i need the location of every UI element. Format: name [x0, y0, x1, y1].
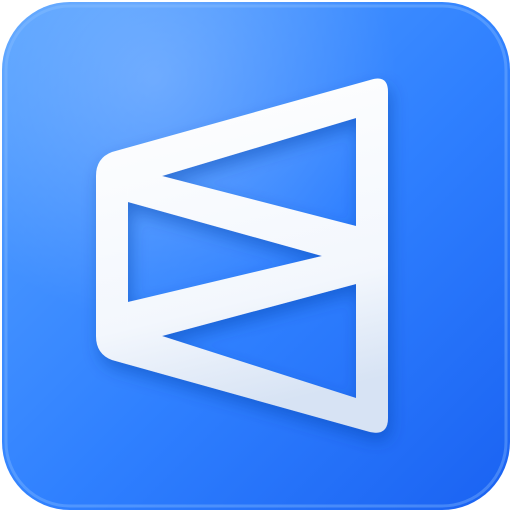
icon-canvas [0, 0, 512, 512]
app-icon[interactable] [0, 0, 512, 512]
app-icon-glyph [2, 2, 510, 510]
icon-tile-highlight [2, 2, 510, 510]
